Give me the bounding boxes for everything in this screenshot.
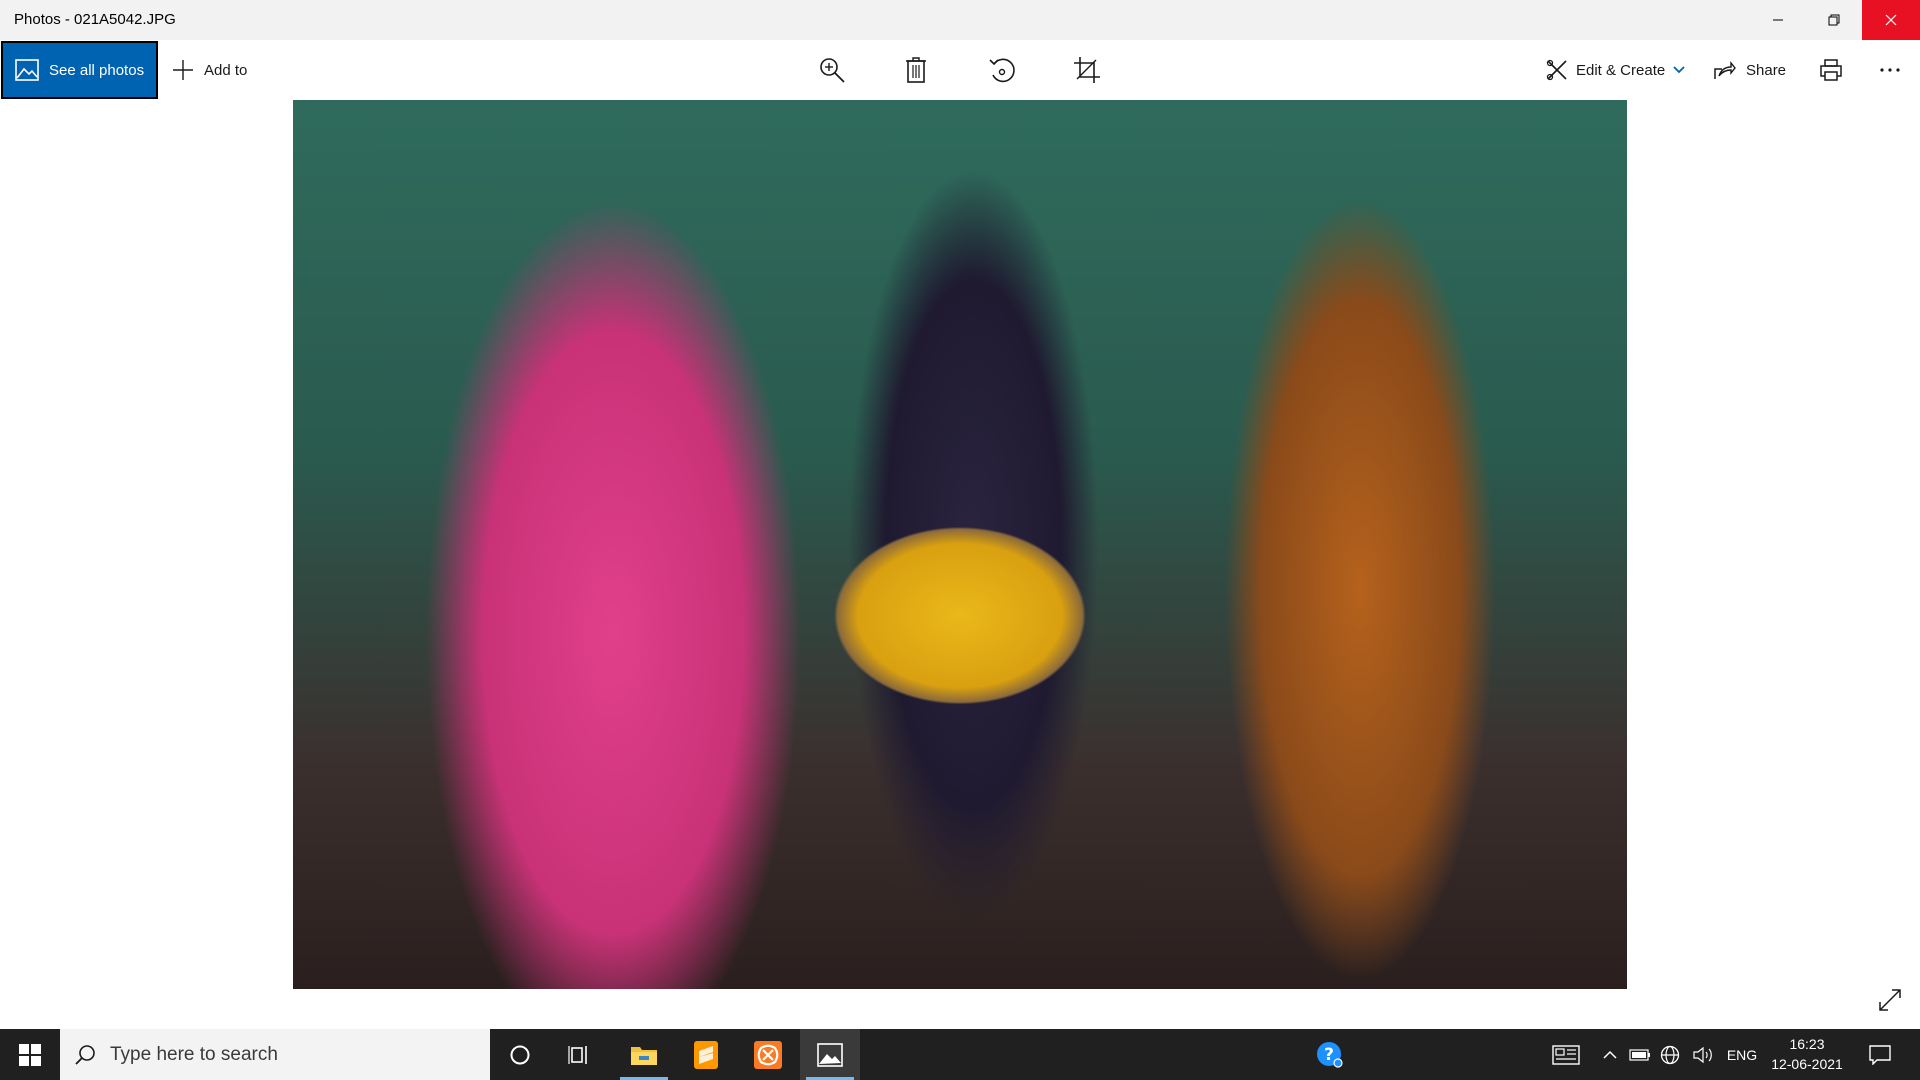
share-label: Share bbox=[1746, 61, 1787, 79]
toolbar: See all photos Add to Edit & Create Shar… bbox=[0, 40, 1920, 100]
taskbar-search-box[interactable]: Type here to search bbox=[60, 1029, 490, 1080]
minimize-icon bbox=[1773, 19, 1783, 21]
more-icon bbox=[1880, 68, 1900, 72]
print-button[interactable] bbox=[1811, 52, 1851, 88]
xampp-button[interactable] bbox=[738, 1029, 798, 1080]
task-view-button[interactable] bbox=[550, 1029, 610, 1080]
battery-icon bbox=[1629, 1048, 1650, 1061]
network-indicator[interactable] bbox=[1656, 1029, 1684, 1080]
svg-text:?: ? bbox=[1324, 1045, 1334, 1065]
system-clock[interactable]: 16:23 12-06-2021 bbox=[1764, 1034, 1850, 1074]
print-icon bbox=[1820, 59, 1842, 81]
delete-icon bbox=[906, 57, 926, 83]
more-options-button[interactable] bbox=[1870, 52, 1910, 88]
photos-app-icon bbox=[817, 1042, 843, 1067]
sublime-text-button[interactable] bbox=[676, 1029, 736, 1080]
volume-indicator[interactable] bbox=[1688, 1029, 1718, 1080]
delete-button[interactable] bbox=[896, 52, 936, 88]
crop-button[interactable] bbox=[1067, 52, 1107, 88]
close-icon bbox=[1885, 14, 1897, 26]
crop-icon bbox=[1074, 57, 1100, 83]
notification-center-button[interactable] bbox=[1858, 1029, 1902, 1080]
file-explorer-icon bbox=[631, 1046, 657, 1065]
restore-button[interactable] bbox=[1806, 0, 1862, 40]
edit-create-button[interactable]: Edit & Create bbox=[1546, 54, 1685, 86]
speaker-icon bbox=[1693, 1046, 1712, 1063]
add-to-button[interactable]: Add to bbox=[172, 54, 247, 86]
start-button[interactable] bbox=[0, 1029, 60, 1080]
displayed-photo[interactable] bbox=[293, 100, 1627, 989]
close-button[interactable] bbox=[1862, 0, 1920, 40]
cortana-icon bbox=[510, 1045, 530, 1064]
show-hidden-icons-button[interactable] bbox=[1598, 1029, 1622, 1080]
rotate-icon bbox=[989, 58, 1015, 83]
input-language[interactable]: ENG bbox=[1722, 1029, 1762, 1080]
plus-icon bbox=[173, 60, 193, 80]
edit-create-icon bbox=[1546, 59, 1567, 81]
gallery-icon bbox=[15, 59, 39, 81]
chevron-down-icon bbox=[1673, 66, 1685, 74]
help-icon: ? bbox=[1317, 1041, 1343, 1068]
share-button[interactable]: Share bbox=[1714, 54, 1786, 86]
share-icon bbox=[1714, 61, 1736, 79]
notification-icon bbox=[1869, 1044, 1891, 1065]
search-icon bbox=[75, 1044, 95, 1065]
chevron-up-icon bbox=[1603, 1050, 1617, 1059]
windows-logo-icon bbox=[19, 1043, 41, 1066]
photos-app-button[interactable] bbox=[800, 1029, 860, 1080]
get-help-button[interactable]: ? bbox=[1300, 1029, 1360, 1080]
see-all-photos-button[interactable]: See all photos bbox=[1, 41, 158, 99]
file-explorer-button[interactable] bbox=[614, 1029, 674, 1080]
expand-icon bbox=[1879, 989, 1901, 1011]
minimize-button[interactable] bbox=[1750, 0, 1806, 40]
rotate-button[interactable] bbox=[982, 52, 1022, 88]
see-all-photos-label: See all photos bbox=[49, 61, 145, 79]
globe-icon bbox=[1660, 1045, 1680, 1064]
restore-icon bbox=[1828, 14, 1840, 26]
photo-viewer[interactable] bbox=[0, 100, 1920, 1029]
zoom-icon bbox=[820, 58, 845, 83]
battery-indicator[interactable] bbox=[1626, 1029, 1654, 1080]
sublime-text-icon bbox=[694, 1040, 718, 1069]
taskbar: Type here to search ? ENG 16:23 12-06-20… bbox=[0, 1029, 1920, 1080]
edit-create-label: Edit & Create bbox=[1576, 61, 1666, 79]
clock-date: 12-06-2021 bbox=[1771, 1056, 1843, 1072]
zoom-button[interactable] bbox=[812, 52, 852, 88]
task-view-icon bbox=[568, 1045, 587, 1064]
fullscreen-button[interactable] bbox=[1874, 984, 1906, 1016]
search-placeholder: Type here to search bbox=[110, 1043, 278, 1065]
xampp-icon bbox=[754, 1040, 782, 1069]
news-button[interactable] bbox=[1548, 1029, 1584, 1080]
title-bar: Photos - 021A5042.JPG bbox=[0, 0, 1920, 40]
clock-time: 16:23 bbox=[1789, 1036, 1825, 1052]
window-title: Photos - 021A5042.JPG bbox=[14, 11, 176, 28]
add-to-label: Add to bbox=[204, 61, 248, 79]
news-icon bbox=[1552, 1044, 1580, 1065]
cortana-button[interactable] bbox=[490, 1029, 550, 1080]
